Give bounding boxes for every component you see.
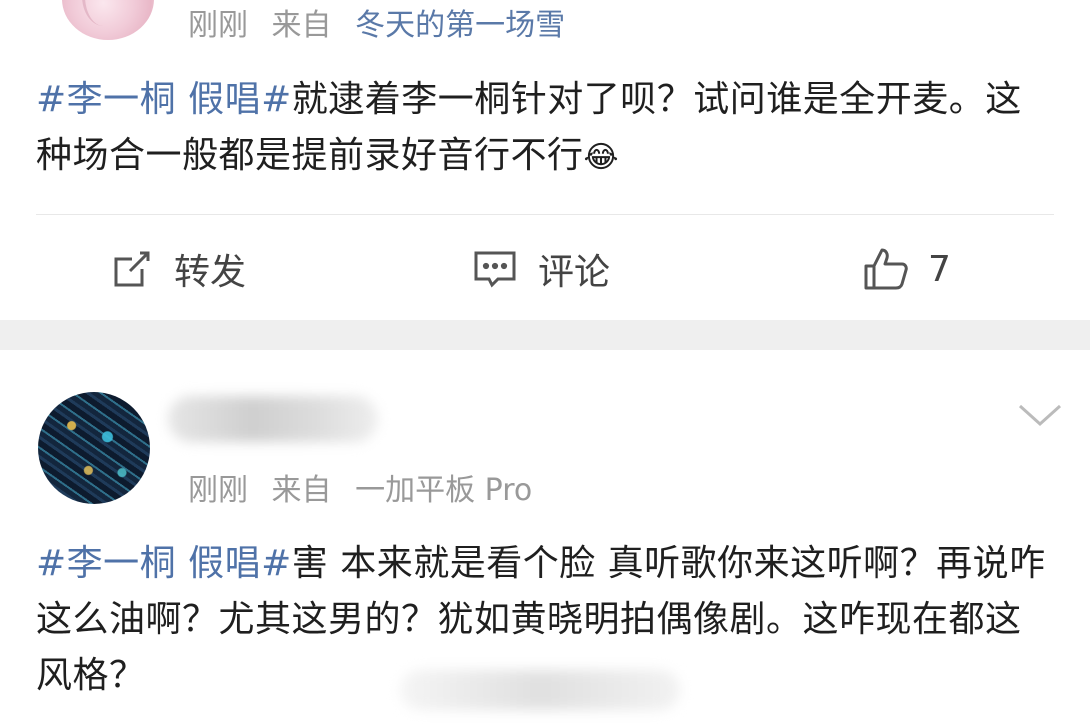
chevron-down-icon[interactable] [1016, 400, 1064, 434]
blurred-overlay [400, 670, 680, 710]
post-source[interactable]: 冬天的第一场雪 [355, 8, 565, 43]
divider [36, 214, 1054, 215]
repost-button[interactable]: 转发 [110, 244, 246, 294]
repost-label: 转发 [174, 252, 247, 293]
post-time: 刚刚 [188, 473, 248, 508]
like-count: 7 [928, 248, 951, 290]
post-from-label: 来自 [271, 8, 332, 43]
post-time: 刚刚 [188, 8, 248, 43]
post-meta: 刚刚 来自 一加平板 Pro [188, 465, 532, 509]
thumbs-up-icon [862, 246, 910, 292]
laugh-cry-emoji-icon: 😂 [583, 140, 620, 175]
user-avatar[interactable] [62, 0, 154, 40]
post-content: #李一桐 假唱#就逮着李一桐针对了呗？试问谁是全开麦。这种场合一般都是提前录好音… [36, 72, 1046, 186]
post-from-label: 来自 [271, 473, 332, 508]
username-blurred[interactable] [168, 396, 378, 442]
post-separator [0, 320, 1090, 350]
comment-icon [472, 247, 518, 291]
weibo-post-2: 刚刚 来自 一加平板 Pro #李一桐 假唱#害 本来就是看个脸 真听歌你来这听… [0, 350, 1090, 724]
edit-share-icon [110, 247, 154, 291]
comment-button[interactable]: 评论 [472, 244, 610, 294]
comment-label: 评论 [538, 252, 611, 293]
topic-link[interactable]: #李一桐 假唱# [36, 543, 292, 584]
user-avatar[interactable] [38, 392, 150, 504]
topic-link[interactable]: #李一桐 假唱# [36, 79, 292, 120]
post-meta: 刚刚 来自 冬天的第一场雪 [188, 0, 565, 44]
like-button[interactable]: 7 [862, 244, 951, 294]
weibo-post-1: 刚刚 来自 冬天的第一场雪 #李一桐 假唱#就逮着李一桐针对了呗？试问谁是全开麦… [0, 0, 1090, 320]
post-source: 一加平板 Pro [355, 473, 533, 508]
